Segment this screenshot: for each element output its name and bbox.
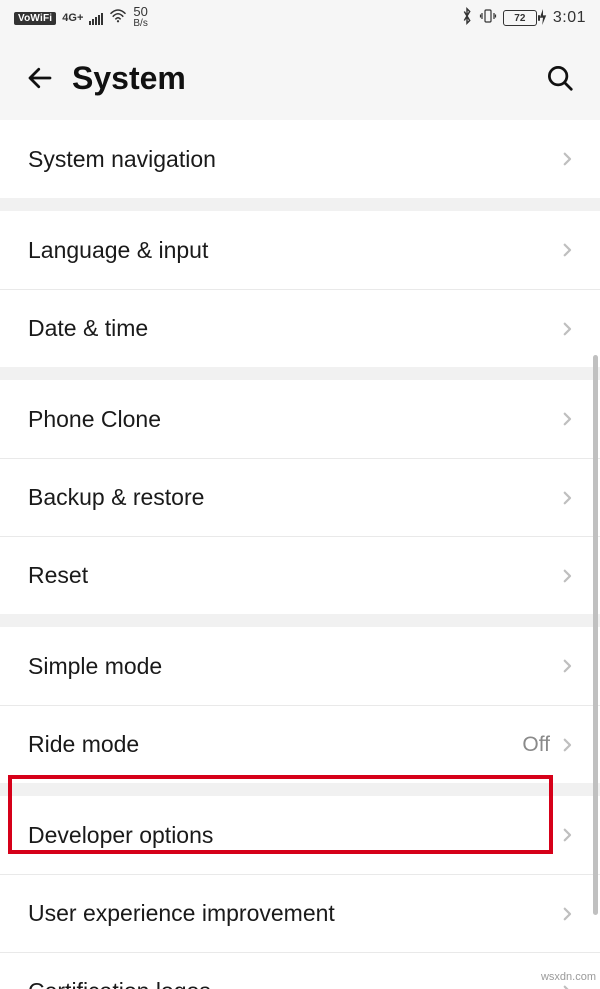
battery-indicator: 72 bbox=[503, 9, 547, 28]
signal-icon bbox=[89, 11, 103, 25]
row-label: Ride mode bbox=[28, 731, 522, 758]
chevron-right-icon bbox=[558, 410, 576, 428]
chevron-right-icon bbox=[558, 905, 576, 923]
chevron-right-icon bbox=[558, 567, 576, 585]
row-label: User experience improvement bbox=[28, 900, 558, 927]
bluetooth-icon bbox=[461, 7, 473, 29]
clock: 3:01 bbox=[553, 9, 586, 27]
row-label: Developer options bbox=[28, 822, 558, 849]
row-label: Reset bbox=[28, 562, 558, 589]
chevron-right-icon bbox=[558, 150, 576, 168]
row-reset[interactable]: Reset bbox=[0, 536, 600, 614]
vowifi-badge: VoWiFi bbox=[14, 12, 56, 25]
row-date-time[interactable]: Date & time bbox=[0, 289, 600, 367]
row-backup-restore[interactable]: Backup & restore bbox=[0, 458, 600, 536]
chevron-right-icon bbox=[558, 983, 576, 989]
row-user-experience-improvement[interactable]: User experience improvement bbox=[0, 874, 600, 952]
row-label: Certification logos bbox=[28, 978, 558, 989]
search-button[interactable] bbox=[538, 56, 582, 100]
watermark: wsxdn.com bbox=[541, 971, 596, 983]
row-label: Language & input bbox=[28, 237, 558, 264]
network-speed: 50 B/s bbox=[133, 6, 147, 30]
chevron-right-icon bbox=[558, 657, 576, 675]
chevron-right-icon bbox=[558, 320, 576, 338]
settings-group: Simple mode Ride mode Off bbox=[0, 627, 600, 783]
status-left: VoWiFi 4G+ 50 B/s bbox=[14, 6, 148, 30]
row-phone-clone[interactable]: Phone Clone bbox=[0, 380, 600, 458]
row-simple-mode[interactable]: Simple mode bbox=[0, 627, 600, 705]
back-button[interactable] bbox=[18, 56, 62, 100]
chevron-right-icon bbox=[558, 736, 576, 754]
row-certification-logos[interactable]: Certification logos bbox=[0, 952, 600, 989]
search-icon bbox=[545, 63, 575, 93]
wifi-icon bbox=[109, 9, 127, 27]
status-bar: VoWiFi 4G+ 50 B/s 72 3:01 bbox=[0, 0, 600, 36]
network-type: 4G+ bbox=[62, 13, 83, 23]
network-speed-unit: B/s bbox=[133, 18, 147, 30]
scroll-indicator[interactable] bbox=[593, 355, 598, 915]
chevron-right-icon bbox=[558, 826, 576, 844]
row-value: Off bbox=[522, 733, 550, 757]
vibrate-icon bbox=[479, 7, 497, 29]
row-ride-mode[interactable]: Ride mode Off bbox=[0, 705, 600, 783]
chevron-right-icon bbox=[558, 241, 576, 259]
row-label: Phone Clone bbox=[28, 406, 558, 433]
row-developer-options[interactable]: Developer options bbox=[0, 796, 600, 874]
settings-group: Language & input Date & time bbox=[0, 211, 600, 367]
page-title: System bbox=[72, 60, 538, 97]
row-label: Date & time bbox=[28, 315, 558, 342]
row-system-navigation[interactable]: System navigation bbox=[0, 120, 600, 198]
row-language-input[interactable]: Language & input bbox=[0, 211, 600, 289]
settings-group: Developer options User experience improv… bbox=[0, 796, 600, 989]
network-speed-value: 50 bbox=[133, 6, 147, 18]
chevron-right-icon bbox=[558, 489, 576, 507]
settings-group: Phone Clone Backup & restore Reset bbox=[0, 380, 600, 614]
row-label: Simple mode bbox=[28, 653, 558, 680]
settings-group: System navigation bbox=[0, 120, 600, 198]
app-header: System bbox=[0, 36, 600, 120]
row-label: System navigation bbox=[28, 146, 558, 173]
charging-icon bbox=[539, 9, 547, 28]
row-label: Backup & restore bbox=[28, 484, 558, 511]
battery-level: 72 bbox=[503, 10, 537, 26]
back-arrow-icon bbox=[25, 63, 55, 93]
status-right: 72 3:01 bbox=[461, 7, 586, 29]
